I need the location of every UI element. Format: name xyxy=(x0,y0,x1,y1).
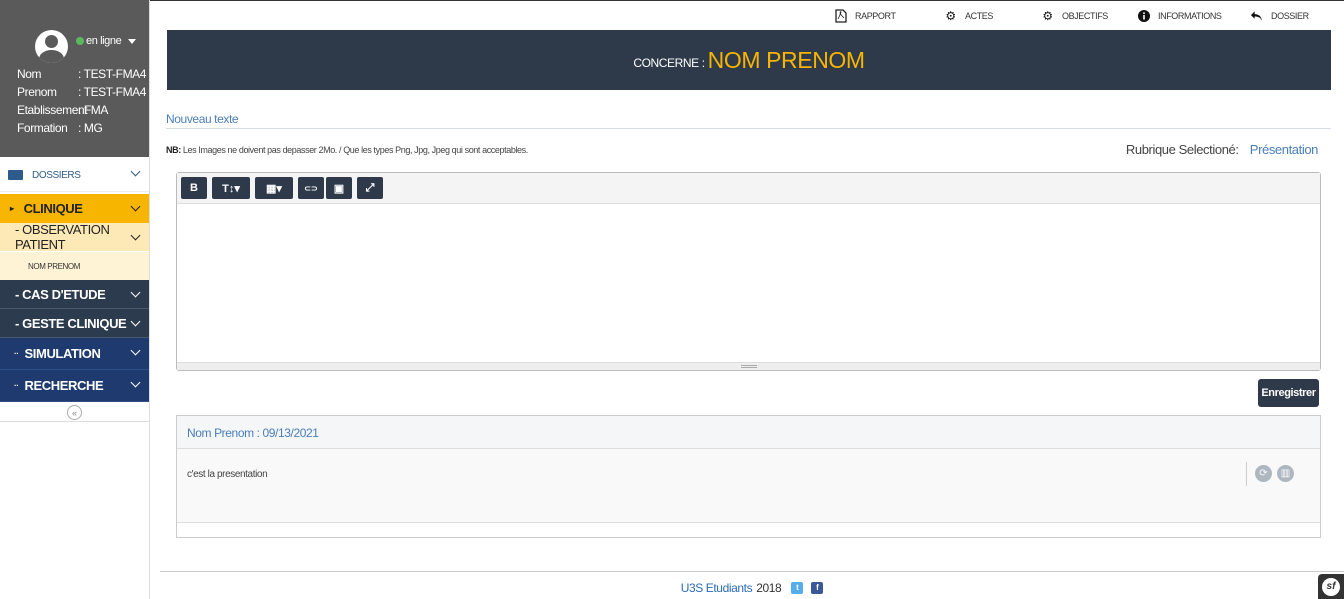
nav-objectifs[interactable]: ⚙ OBJECTIFS xyxy=(1041,8,1108,23)
chevron-down-icon xyxy=(130,166,141,177)
entry-header: Nom Prenom : 09/13/2021 xyxy=(177,416,1320,449)
avatar xyxy=(35,30,68,63)
gear-icon: ⚙ xyxy=(1042,8,1053,23)
patient-name: NOM PRENOM xyxy=(707,46,865,73)
footer-year: 2018 xyxy=(756,580,782,595)
sidebar-item-observation-patient[interactable]: - OBSERVATION PATIENT xyxy=(0,222,149,252)
sidebar-item-simulation[interactable]: ·· SIMULATION xyxy=(0,338,149,370)
nav-label: INFORMATIONS xyxy=(1158,10,1222,21)
profile-row-nom: Nom : TEST-FMA4 xyxy=(17,67,146,81)
sidebar-item-recherche[interactable]: ·· RECHERCHE xyxy=(0,370,149,402)
sidebar-item-label: - OBSERVATION PATIENT xyxy=(15,222,110,252)
profile-row-etablissement: Etablissement : FMA xyxy=(17,103,108,117)
profile-value: : TEST-FMA4 xyxy=(78,85,147,99)
table-button[interactable]: ▦▾ xyxy=(255,177,293,199)
rubrique-value[interactable]: Présentation xyxy=(1250,142,1319,157)
footer-brand[interactable]: U3S Etudiants xyxy=(681,581,753,595)
editor-toolbar: B T↕▾ ▦▾ ⊂⊃ ▣ ⤢ xyxy=(177,173,1320,204)
profile-value: : TEST-FMA4 xyxy=(78,67,147,81)
info-circle-icon xyxy=(1137,9,1150,22)
upload-note: NB: Les Images ne doivent pas depasser 2… xyxy=(166,145,528,155)
status-dropdown[interactable]: en ligne xyxy=(76,35,137,47)
entry-body: c'est la presentation ⟳ ▥ xyxy=(177,449,1320,523)
patient-banner: CONCERNE : NOM PRENOM xyxy=(167,30,1331,90)
chevron-down-icon xyxy=(130,201,141,212)
entry-card: Nom Prenom : 09/13/2021 c'est la present… xyxy=(176,415,1321,538)
sidebar-item-label: DOSSIERS xyxy=(32,169,81,181)
collapse-sidebar[interactable]: « xyxy=(0,404,149,422)
sidebar: en ligne Nom : TEST-FMA4 Prenom : TEST-F… xyxy=(0,0,150,599)
nav-actes[interactable]: ⚙ ACTES xyxy=(944,8,994,23)
status-label: en ligne xyxy=(86,35,122,47)
sidebar-item-label: - CAS D'ETUDE xyxy=(15,286,106,302)
sidebar-item-label: SIMULATION xyxy=(24,346,101,361)
sidebar-item-dossiers[interactable]: DOSSIERS xyxy=(0,159,149,192)
sidebar-item-label: NOM PRENOM xyxy=(28,261,81,271)
fullscreen-button[interactable]: ⤢ xyxy=(357,177,383,199)
entry-actions: ⟳ ▥ xyxy=(1246,462,1294,486)
chevron-down-icon xyxy=(130,377,141,388)
bold-button[interactable]: B xyxy=(181,177,207,199)
sidebar-item-geste-clinique[interactable]: - GESTE CLINIQUE xyxy=(0,309,149,338)
sidebar-item-cas-etude[interactable]: - CAS D'ETUDE xyxy=(0,280,149,309)
entry-text: c'est la presentation xyxy=(187,469,268,480)
section-title: Nouveau texte xyxy=(166,112,1331,129)
online-dot-icon xyxy=(76,37,84,45)
nav-label: ACTES xyxy=(965,10,994,21)
link-button[interactable]: ⊂⊃ xyxy=(298,177,324,199)
nav-label: OBJECTIFS xyxy=(1062,10,1108,21)
profile-key: Nom xyxy=(17,67,42,81)
profile-row-formation: Formation : MG xyxy=(17,121,103,135)
profile-key: Etablissement xyxy=(17,103,88,117)
sidebar-item-clinique[interactable]: ▸ CLINIQUE xyxy=(0,194,149,223)
image-button[interactable]: ▣ xyxy=(326,177,352,199)
rubrique-label: Rubrique Selectioné: xyxy=(1125,142,1239,157)
sidebar-item-label: RECHERCHE xyxy=(24,378,104,393)
chevron-down-icon xyxy=(130,287,141,298)
editor-content[interactable] xyxy=(177,204,1320,362)
footer: U3S Etudiants 2018 t f xyxy=(160,571,1344,599)
editor-resize-handle[interactable] xyxy=(177,362,1320,370)
nav-label: DOSSIER xyxy=(1271,10,1309,21)
reply-arrow-icon xyxy=(1250,9,1263,22)
nav-dossier[interactable]: DOSSIER xyxy=(1250,9,1309,22)
top-nav: RAPPORT ⚙ ACTES ⚙ OBJECTIFS INFORMATIONS… xyxy=(150,0,1344,30)
rubrique-selection: Rubrique Selectioné: Présentation xyxy=(1125,142,1319,157)
refresh-icon[interactable]: ⟳ xyxy=(1255,465,1272,482)
double-chevron-left-icon: « xyxy=(67,405,82,420)
folder-open-icon xyxy=(8,170,23,180)
rich-text-editor: B T↕▾ ▦▾ ⊂⊃ ▣ ⤢ xyxy=(176,172,1321,371)
chevron-down-icon xyxy=(130,316,141,327)
profile-row-prenom: Prenom : TEST-FMA4 xyxy=(17,85,146,99)
gear-icon: ⚙ xyxy=(945,8,956,23)
profile-key: Formation xyxy=(17,121,68,135)
save-button[interactable]: Enregistrer xyxy=(1258,379,1319,407)
twitter-icon[interactable]: t xyxy=(791,581,804,594)
note-label: NB: xyxy=(166,145,181,155)
dots-icon: ·· xyxy=(14,349,19,358)
nav-rapport[interactable]: RAPPORT xyxy=(834,8,896,23)
symfony-icon: sf xyxy=(1322,577,1340,596)
grip-icon xyxy=(740,365,757,368)
text-size-button[interactable]: T↕▾ xyxy=(212,177,250,199)
profile-value: : MG xyxy=(78,121,103,135)
chevron-down-icon xyxy=(130,345,141,356)
nav-informations[interactable]: INFORMATIONS xyxy=(1137,9,1222,22)
sidebar-item-label: - GESTE CLINIQUE xyxy=(15,315,127,331)
nav-label: RAPPORT xyxy=(855,10,896,21)
facebook-icon[interactable]: f xyxy=(811,581,824,594)
profile-key: Prenom xyxy=(17,85,57,99)
profile-panel: en ligne Nom : TEST-FMA4 Prenom : TEST-F… xyxy=(0,0,149,157)
caret-down-icon xyxy=(128,38,137,44)
sidebar-item-nom-prenom[interactable]: NOM PRENOM xyxy=(0,252,149,280)
pdf-file-icon xyxy=(834,8,847,23)
banner-label: CONCERNE : xyxy=(633,56,705,70)
caret-right-icon: ▸ xyxy=(10,204,14,213)
trash-icon[interactable]: ▥ xyxy=(1277,465,1294,482)
sidebar-item-label: CLINIQUE xyxy=(23,201,83,216)
note-text: Les Images ne doivent pas depasser 2Mo. … xyxy=(182,145,528,155)
dots-icon: ·· xyxy=(14,381,19,390)
profile-value: : FMA xyxy=(78,103,108,117)
symfony-toolbar-toggle[interactable]: sf xyxy=(1318,574,1344,599)
